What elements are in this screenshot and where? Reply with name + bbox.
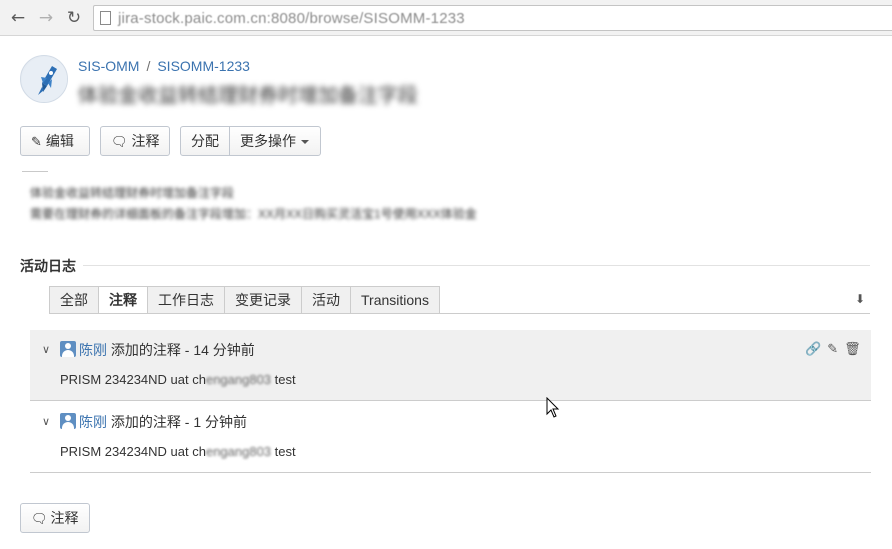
comment-header: 陈刚 添加的注释 - 14 分钟前 — [79, 340, 255, 360]
address-bar[interactable]: jira-stock.paic.com.cn:8080/browse/SISOM… — [93, 5, 892, 31]
comment-action: 添加的注释 — [110, 342, 181, 358]
mouse-cursor-icon — [546, 397, 560, 418]
activity-tabs: 全部 注释 工作日志 变更记录 活动 Transitions — [49, 286, 440, 314]
project-avatar-rocket-icon[interactable] — [20, 55, 68, 103]
edit-label: 编辑 — [45, 133, 74, 149]
browser-toolbar: ← → ↻ jira-stock.paic.com.cn:8080/browse… — [0, 0, 892, 36]
comment-separator: - — [180, 342, 194, 358]
project-link[interactable]: SIS-OMM — [78, 58, 139, 74]
tab-all[interactable]: 全部 — [49, 286, 99, 314]
issue-key-link[interactable]: SISOMM-1233 — [157, 58, 250, 74]
page-icon — [100, 11, 111, 25]
comment-label: 注释 — [131, 133, 160, 149]
comment-time[interactable]: 1 分钟前 — [193, 414, 247, 430]
edit-button[interactable]: ✎ 编辑 — [20, 126, 90, 156]
edit-pencil-icon[interactable]: ✎ — [827, 342, 838, 357]
tab-transitions[interactable]: Transitions — [351, 286, 440, 314]
tab-activity[interactable]: 活动 — [302, 286, 351, 314]
comment-author-link[interactable]: 陈刚 — [79, 342, 107, 358]
speech-bubble-icon: 🗨 — [111, 135, 128, 150]
comment-text: PRISM 234234ND uat ch — [60, 444, 206, 459]
tab-comments[interactable]: 注释 — [99, 286, 148, 314]
comment-item: ∨ 陈刚 添加的注释 - 1 分钟前 PRISM 234234ND uat ch… — [30, 402, 871, 473]
tab-history[interactable]: 变更记录 — [225, 286, 302, 314]
comment-text: PRISM 234234ND uat ch — [60, 372, 206, 387]
url-text[interactable]: jira-stock.paic.com.cn:8080/browse/SISOM… — [118, 10, 465, 27]
comment-action: 添加的注释 — [110, 414, 181, 430]
comment-author-link[interactable]: 陈刚 — [79, 414, 107, 430]
collapse-chevron-icon[interactable]: ∨ — [42, 343, 50, 356]
permalink-icon[interactable]: 🔗 — [805, 342, 821, 357]
more-label: 更多操作 — [240, 133, 296, 149]
speech-bubble-icon: 🗨 — [31, 512, 48, 527]
comment-button[interactable]: 🗨 注释 — [100, 126, 170, 156]
caret-down-icon — [301, 140, 309, 145]
redacted-text: engang803 — [205, 372, 272, 387]
comment-item: ∨ 陈刚 添加的注释 - 14 分钟前 PRISM 234234ND uat c… — [30, 330, 871, 401]
add-comment-button[interactable]: 🗨 注释 — [20, 503, 90, 533]
user-avatar-icon[interactable] — [60, 341, 76, 357]
activity-heading: 活动日志 — [20, 258, 76, 274]
comment-separator: - — [180, 414, 194, 430]
trash-icon[interactable]: 🗑 — [844, 342, 861, 357]
issue-title: 体验金收益转结理财券时增加备注字段 — [78, 85, 418, 107]
collapse-chevron-icon[interactable]: ∨ — [42, 415, 50, 428]
heading-divider — [83, 265, 870, 266]
reload-icon[interactable]: ↻ — [64, 8, 84, 28]
description-line: 体验金收益转结理财券时增加备注字段 — [30, 186, 235, 200]
comment-text-suffix: test — [271, 444, 296, 459]
more-actions-dropdown[interactable]: 更多操作 — [229, 126, 321, 156]
comment-text-suffix: test — [271, 372, 296, 387]
pencil-icon: ✎ — [31, 135, 42, 150]
description-divider — [22, 171, 48, 172]
comment-header: 陈刚 添加的注释 - 1 分钟前 — [79, 412, 247, 432]
back-arrow-icon[interactable]: ← — [8, 8, 28, 28]
comment-time[interactable]: 14 分钟前 — [193, 342, 254, 358]
tabs-divider — [49, 313, 870, 314]
sort-descending-icon[interactable]: ⬇ — [855, 292, 865, 306]
breadcrumb-separator: / — [146, 58, 151, 74]
assign-button[interactable]: 分配 — [180, 126, 230, 156]
breadcrumb: SIS-OMM / SISOMM-1233 — [78, 58, 250, 74]
comment-actions: 🔗 ✎ 🗑 — [805, 342, 861, 357]
add-comment-label: 注释 — [50, 510, 79, 526]
description-line: 需要在理财券的详细面板的备注字段增加：XX月XX日购买灵活宝1号使用XXX体验金 — [30, 207, 477, 221]
user-avatar-icon[interactable] — [60, 413, 76, 429]
comment-body: PRISM 234234ND uat chengang803 test — [60, 372, 296, 387]
assign-label: 分配 — [191, 133, 219, 149]
comment-body: PRISM 234234ND uat chengang803 test — [60, 444, 296, 459]
redacted-text: engang803 — [205, 444, 272, 459]
forward-arrow-icon[interactable]: → — [36, 8, 56, 28]
tab-worklog[interactable]: 工作日志 — [148, 286, 225, 314]
